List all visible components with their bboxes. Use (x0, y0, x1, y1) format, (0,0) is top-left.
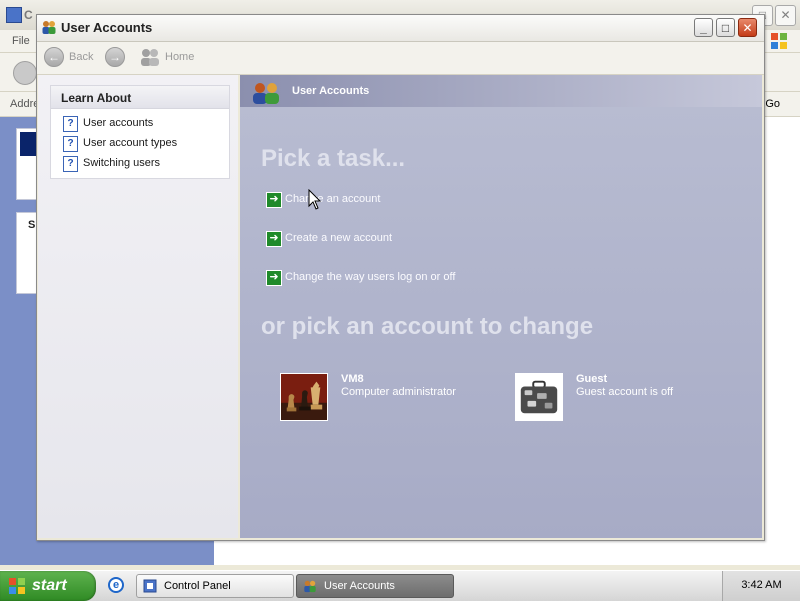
clock[interactable]: 3:42 AM (723, 579, 800, 591)
left-task-pane: Learn About ? User accounts ? User accou… (38, 75, 238, 538)
content-header: User Accounts (240, 75, 762, 107)
users-icon (42, 21, 56, 34)
close-button[interactable]: ✕ (738, 18, 757, 37)
taskbar-button-user-accounts[interactable]: User Accounts (296, 574, 454, 598)
windows-flag-icon (771, 33, 787, 49)
chess-pieces-icon (280, 373, 328, 421)
task-change-account[interactable]: ➜ Change an account (266, 192, 406, 208)
start-label: start (32, 577, 67, 594)
suitcase-icon (515, 373, 563, 421)
control-panel-title: C (24, 8, 33, 22)
window-titlebar[interactable]: User Accounts _ □ ✕ (37, 15, 764, 42)
taskbar-button-control-panel[interactable]: Control Panel (136, 574, 294, 598)
learn-item-label: User account types (83, 137, 178, 149)
menu-file[interactable]: File (12, 35, 30, 47)
control-panel-close-button[interactable]: ✕ (775, 5, 796, 26)
content-header-title: User Accounts (292, 85, 370, 97)
home-button[interactable]: Home (165, 51, 194, 63)
account-guest[interactable]: Guest Guest account is off (515, 373, 735, 423)
account-vm8[interactable]: VM8 Computer administrator (280, 373, 500, 423)
task-label: Create a new account (285, 232, 393, 244)
help-icon: ? (63, 116, 78, 132)
account-name: VM8 (341, 373, 364, 385)
navigation-bar: ← Back → Home (37, 42, 764, 75)
back-arrow-icon[interactable]: ← (44, 47, 64, 67)
green-arrow-icon: ➜ (266, 231, 282, 247)
go-button[interactable]: Go (765, 98, 780, 110)
task-label: Change the way users log on or off (285, 271, 456, 283)
taskbar: start e Control Panel User Accounts 3:42… (0, 570, 800, 601)
task-label: Change an account (285, 193, 381, 205)
user-accounts-window: User Accounts _ □ ✕ ← Back → Home Learn … (36, 14, 765, 541)
task-change-logon[interactable]: ➜ Change the way users log on or off (266, 270, 486, 286)
learn-item-switching-users[interactable]: ? Switching users (63, 156, 229, 172)
window-body: Learn About ? User accounts ? User accou… (38, 75, 762, 538)
learn-item-user-accounts[interactable]: ? User accounts (63, 116, 229, 132)
address-label: Addre (10, 98, 40, 110)
taskbar-button-label: User Accounts (324, 580, 395, 592)
pick-account-heading: or pick an account to change (261, 313, 594, 340)
learn-about-title: Learn About (61, 91, 132, 105)
users-icon (253, 83, 279, 104)
home-users-icon[interactable] (139, 47, 161, 67)
window-title: User Accounts (61, 20, 153, 35)
mouse-cursor-icon (308, 189, 322, 210)
users-icon (304, 580, 316, 593)
minimize-button[interactable]: _ (694, 18, 713, 37)
main-content-pane: User Accounts Pick a task... ➜ Change an… (240, 75, 762, 538)
account-type: Computer administrator (341, 386, 456, 398)
taskbar-button-label: Control Panel (164, 580, 231, 592)
pick-task-heading: Pick a task... (261, 145, 406, 172)
green-arrow-icon: ➜ (266, 270, 282, 286)
green-arrow-icon: ➜ (266, 192, 282, 208)
control-panel-icon (6, 7, 22, 23)
windows-flag-icon (9, 578, 25, 594)
learn-item-account-types[interactable]: ? User account types (63, 136, 229, 152)
learn-item-label: User accounts (83, 117, 154, 129)
learn-about-panel: Learn About ? User accounts ? User accou… (50, 85, 230, 179)
system-tray: 3:42 AM (722, 571, 800, 601)
learn-item-label: Switching users (83, 157, 161, 169)
forward-arrow-icon[interactable]: → (105, 47, 125, 67)
start-button[interactable]: start (0, 571, 96, 601)
help-icon: ? (63, 136, 78, 152)
control-panel-back-button[interactable] (13, 61, 37, 85)
account-name: Guest (576, 373, 608, 385)
internet-explorer-icon[interactable]: e (108, 577, 124, 593)
sidebar-heading: S (28, 219, 36, 231)
help-icon: ? (63, 156, 78, 172)
maximize-button[interactable]: □ (716, 18, 735, 37)
control-panel-icon (143, 579, 157, 593)
learn-about-header: Learn About (51, 86, 229, 109)
account-status: Guest account is off (576, 386, 674, 398)
back-button[interactable]: Back (69, 51, 93, 63)
task-create-account[interactable]: ➜ Create a new account (266, 231, 426, 247)
